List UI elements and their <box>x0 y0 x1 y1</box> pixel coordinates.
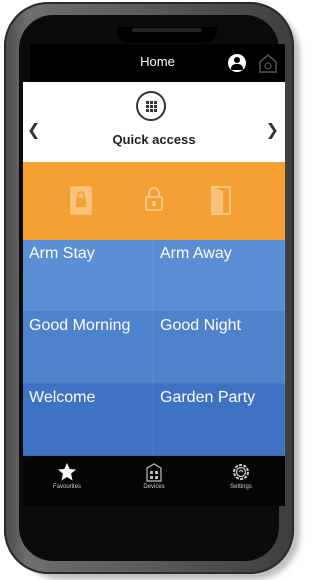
scene-tile-arm-away[interactable]: Arm Away <box>154 240 285 312</box>
scene-tile-welcome[interactable]: Welcome <box>23 384 154 456</box>
chevron-right-icon[interactable]: ❯ <box>266 120 279 140</box>
bottom-nav: Favourites Devices Settings <box>23 456 285 506</box>
locked-door-icon[interactable] <box>67 184 95 216</box>
padlock-icon[interactable] <box>140 184 168 216</box>
star-icon <box>58 463 76 481</box>
app-header: Home <box>30 44 285 82</box>
home-icon[interactable] <box>258 52 278 74</box>
nav-favourites[interactable]: Favourites <box>32 462 102 490</box>
scene-tile-garden-party[interactable]: Garden Party <box>154 384 285 456</box>
open-door-icon[interactable] <box>208 184 236 216</box>
devices-icon <box>146 463 162 482</box>
nav-devices-label: Devices <box>143 484 165 490</box>
grid-menu-icon[interactable] <box>136 91 166 121</box>
quick-access-label: Quick access <box>112 132 196 147</box>
scene-grid: Arm Stay Arm Away Good Morning Good Nigh… <box>23 240 285 456</box>
chevron-left-icon[interactable]: ❮ <box>27 120 40 140</box>
page-title: Home <box>140 54 175 69</box>
scene-tile-arm-stay[interactable]: Arm Stay <box>23 240 154 312</box>
gear-icon <box>233 464 249 480</box>
nav-favourites-label: Favourites <box>52 484 81 490</box>
phone-notch <box>117 27 217 43</box>
nav-settings[interactable]: Settings <box>206 462 276 490</box>
speaker-grille <box>132 28 202 32</box>
quick-access-panel: Quick access ❮ ❯ <box>23 82 285 162</box>
arming-mode-bar <box>23 162 285 240</box>
scene-tile-good-night[interactable]: Good Night <box>154 312 285 384</box>
user-icon[interactable] <box>228 54 246 72</box>
scene-tile-good-morning[interactable]: Good Morning <box>23 312 154 384</box>
nav-devices[interactable]: Devices <box>119 462 189 490</box>
nav-settings-label: Settings <box>230 484 252 490</box>
